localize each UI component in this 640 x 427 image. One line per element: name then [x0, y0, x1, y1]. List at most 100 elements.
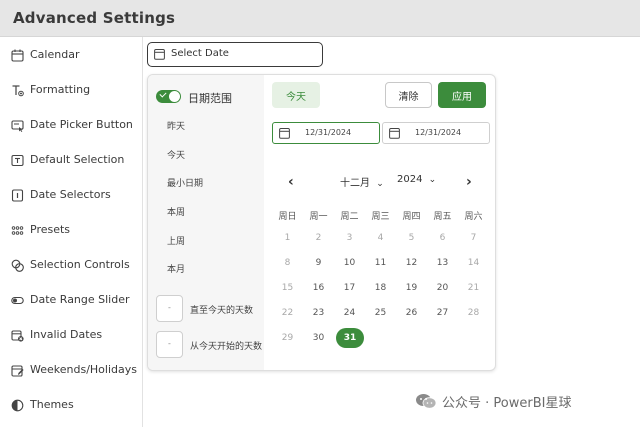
chevron-down-icon: ⌄ — [376, 179, 384, 189]
calendar-day[interactable]: 23 — [303, 303, 334, 323]
calendar-icon — [389, 128, 400, 139]
days-from-today-input[interactable]: - — [156, 331, 183, 358]
toggle-slider-icon — [11, 296, 24, 305]
calendar-icon — [154, 49, 165, 60]
calendar-day[interactable]: 7 — [458, 228, 489, 248]
calendar-day[interactable]: 12 — [396, 253, 427, 273]
calendar-day[interactable]: 21 — [458, 278, 489, 298]
sidebar-item-themes[interactable]: Themes — [0, 391, 143, 421]
calendar-day[interactable]: 25 — [365, 303, 396, 323]
sidebar-item-date-selectors[interactable]: Date Selectors — [0, 181, 143, 211]
calendar-day[interactable]: 6 — [427, 228, 458, 248]
sidebar-item-label: Date Range Slider — [30, 293, 130, 306]
calendar-day[interactable]: 13 — [427, 253, 458, 273]
calendar-icon — [11, 49, 24, 62]
calendar-day[interactable]: 5 — [396, 228, 427, 248]
weekday-label: 周一 — [309, 212, 328, 222]
toggle-knob — [169, 91, 180, 102]
default-selection-icon — [11, 154, 24, 167]
preset-min-date[interactable]: 最小日期 — [167, 176, 203, 189]
year-dropdown[interactable]: 2024 ⌄ — [397, 174, 436, 185]
calendar-day[interactable]: 9 — [303, 253, 334, 273]
grid-dots-icon — [11, 226, 24, 235]
next-month-chevron-right-icon[interactable]: › — [466, 174, 472, 190]
preset-this-month[interactable]: 本月 — [167, 262, 185, 275]
presets-panel: 日期范围 昨天 今天 最小日期 本周 上周 本月 - 直至今天的天数 - 从今天… — [148, 75, 264, 370]
calendar-day[interactable]: 16 — [303, 278, 334, 298]
weekday-label: 周六 — [464, 212, 483, 222]
month-dropdown[interactable]: 十二月 ⌄ — [340, 174, 384, 189]
weekday-label: 周日 — [278, 212, 297, 222]
start-date-value: 12/31/2024 — [305, 128, 352, 137]
weekday-label: 周二 — [340, 212, 359, 222]
calendar-day[interactable]: 1 — [272, 228, 303, 248]
select-date-button[interactable]: Select Date — [147, 42, 323, 67]
sidebar-item-presets[interactable]: Presets — [0, 216, 143, 246]
end-date-input[interactable]: 12/31/2024 — [382, 122, 490, 144]
calendar-day[interactable]: 14 — [458, 253, 489, 273]
sidebar-item-weekends-holidays[interactable]: Weekends/Holidays — [0, 356, 143, 386]
calendar-day[interactable]: 22 — [272, 303, 303, 323]
end-date-value: 12/31/2024 — [415, 128, 462, 137]
select-date-label: Select Date — [171, 48, 229, 59]
picker-button-icon — [11, 120, 24, 132]
calendar-day[interactable]: 30 — [303, 328, 334, 348]
apply-button[interactable]: 应用 — [438, 82, 486, 108]
watermark: 公众号 · PowerBI星球 — [415, 391, 571, 411]
start-date-input[interactable]: 12/31/2024 — [272, 122, 380, 144]
title-bar: Advanced Settings — [0, 0, 640, 37]
preset-this-week[interactable]: 本周 — [167, 205, 185, 218]
sidebar-item-label: Formatting — [30, 83, 91, 96]
calendar-day[interactable]: 8 — [272, 253, 303, 273]
sidebar-item-default-selection[interactable]: Default Selection — [0, 146, 143, 176]
sidebar: Calendar Formatting Date Picker Button D… — [0, 37, 143, 427]
calendar-day[interactable]: 19 — [396, 278, 427, 298]
calendar-day[interactable]: 28 — [458, 303, 489, 323]
sidebar-item-label: Invalid Dates — [30, 328, 103, 341]
weekday-label: 周三 — [371, 212, 390, 222]
sidebar-item-label: Themes — [30, 398, 74, 411]
calendar-day[interactable]: 29 — [272, 328, 303, 348]
sidebar-item-label: Calendar — [30, 48, 80, 61]
half-circle-icon — [11, 399, 24, 412]
sidebar-item-formatting[interactable]: Formatting — [0, 76, 143, 106]
calendar-edit-icon — [11, 365, 24, 377]
today-button[interactable]: 今天 — [272, 82, 320, 108]
sidebar-item-selection-controls[interactable]: Selection Controls — [0, 251, 143, 281]
prev-month-chevron-left-icon[interactable]: ‹ — [288, 174, 294, 190]
calendar-day[interactable]: 11 — [365, 253, 396, 273]
calendar-day[interactable]: 3 — [334, 228, 365, 248]
check-icon — [159, 90, 167, 98]
calendar-day[interactable]: 20 — [427, 278, 458, 298]
calendar-day[interactable]: 18 — [365, 278, 396, 298]
sidebar-item-date-range-slider[interactable]: Date Range Slider — [0, 286, 143, 316]
preset-last-week[interactable]: 上周 — [167, 234, 185, 247]
calendar-day[interactable]: 17 — [334, 278, 365, 298]
calendar-day[interactable]: 4 — [365, 228, 396, 248]
sidebar-item-label: Date Picker Button — [30, 118, 133, 131]
sidebar-item-calendar[interactable]: Calendar — [0, 41, 143, 71]
calendar-day-selected[interactable]: 31 — [336, 328, 364, 348]
calendar-day[interactable]: 10 — [334, 253, 365, 273]
calendar-icon — [279, 128, 290, 139]
sidebar-item-date-picker-button[interactable]: Date Picker Button — [0, 111, 143, 141]
sidebar-item-label: Weekends/Holidays — [30, 363, 137, 376]
calendar-day[interactable]: 24 — [334, 303, 365, 323]
days-until-today-input[interactable]: - — [156, 295, 183, 322]
date-range-toggle-label: 日期范围 — [188, 92, 232, 105]
date-range-toggle[interactable] — [156, 90, 181, 103]
calendar-day[interactable]: 26 — [396, 303, 427, 323]
calendar-day[interactable]: 2 — [303, 228, 334, 248]
calendar-day[interactable]: 27 — [427, 303, 458, 323]
sidebar-item-label: Presets — [30, 223, 71, 236]
main-content: Select Date 日期范围 昨天 今天 最小日期 本周 上周 本月 - 直… — [144, 37, 640, 427]
chevron-down-icon: ⌄ — [428, 175, 437, 185]
watermark-text: 公众号 · PowerBI星球 — [442, 395, 572, 411]
calendar-day[interactable]: 15 — [272, 278, 303, 298]
preset-yesterday[interactable]: 昨天 — [167, 119, 185, 132]
preset-today[interactable]: 今天 — [167, 148, 185, 161]
window-title: Advanced Settings — [13, 9, 176, 27]
sidebar-item-invalid-dates[interactable]: Invalid Dates — [0, 321, 143, 351]
selector-icon — [11, 189, 24, 202]
clear-button[interactable]: 清除 — [385, 82, 432, 108]
